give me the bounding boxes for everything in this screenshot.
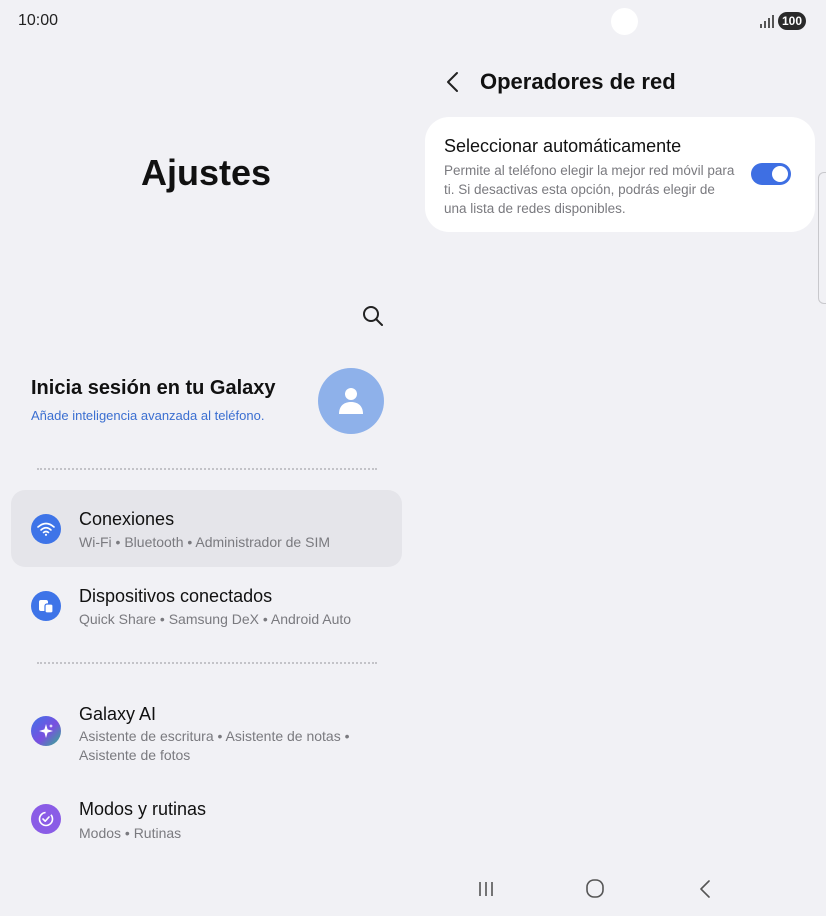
item-subtitle: Wi-Fi • Bluetooth • Administrador de SIM <box>79 534 331 550</box>
account-subtitle: Añade inteligencia avanzada al teléfono. <box>31 408 265 423</box>
person-icon <box>339 388 363 414</box>
sparkle-icon <box>31 716 61 746</box>
auto-select-setting-card[interactable]: Seleccionar automáticamente Permite al t… <box>425 117 815 232</box>
toggle-knob <box>772 166 788 182</box>
camera-cutout <box>611 8 638 35</box>
check-circle-icon <box>31 804 61 834</box>
settings-item-galaxy-ai[interactable]: Galaxy AI Asistente de escritura • Asist… <box>11 690 402 775</box>
item-title: Galaxy AI <box>79 704 157 724</box>
item-subtitle: Modos • Rutinas <box>79 825 182 841</box>
account-title: Inicia sesión en tu Galaxy <box>31 377 276 399</box>
home-icon[interactable] <box>580 876 610 902</box>
back-arrow-icon[interactable] <box>443 70 465 94</box>
battery-badge: 100 <box>778 12 807 30</box>
item-title: Modos y rutinas <box>79 799 207 819</box>
edge-panel-handle[interactable] <box>818 172 826 304</box>
item-subtitle: Asistente de escritura • Asistente de no… <box>79 728 350 763</box>
settings-item-conexiones[interactable]: Conexiones Wi-Fi • Bluetooth • Administr… <box>11 490 402 567</box>
setting-description: Permite al teléfono elegir la mejor red … <box>444 163 735 216</box>
setting-title: Seleccionar automáticamente <box>444 136 682 156</box>
settings-item-dispositivos[interactable]: Dispositivos conectados Quick Share • Sa… <box>11 575 402 641</box>
avatar[interactable] <box>318 368 384 434</box>
item-title: Conexiones <box>79 509 175 529</box>
recent-apps-icon[interactable] <box>471 876 501 902</box>
status-time: 10:00 <box>18 12 59 29</box>
signal-icon <box>760 15 774 28</box>
account-signin[interactable]: Inicia sesión en tu Galaxy Añade intelig… <box>31 377 321 423</box>
devices-icon <box>31 591 61 621</box>
wifi-icon <box>31 514 61 544</box>
screen: 10:00 100 Ajustes Inicia sesión en tu Ga… <box>0 0 826 916</box>
nav-back-icon[interactable] <box>690 876 720 902</box>
auto-select-toggle[interactable] <box>751 163 791 185</box>
item-title: Dispositivos conectados <box>79 586 273 606</box>
page-title: Ajustes <box>140 152 272 193</box>
search-icon[interactable] <box>362 305 384 327</box>
divider <box>37 468 377 470</box>
item-subtitle: Quick Share • Samsung DeX • Android Auto <box>79 611 352 627</box>
settings-item-modos[interactable]: Modos y rutinas Modos • Rutinas <box>11 788 402 850</box>
divider <box>37 662 377 664</box>
detail-page-title: Operadores de red <box>480 69 676 94</box>
